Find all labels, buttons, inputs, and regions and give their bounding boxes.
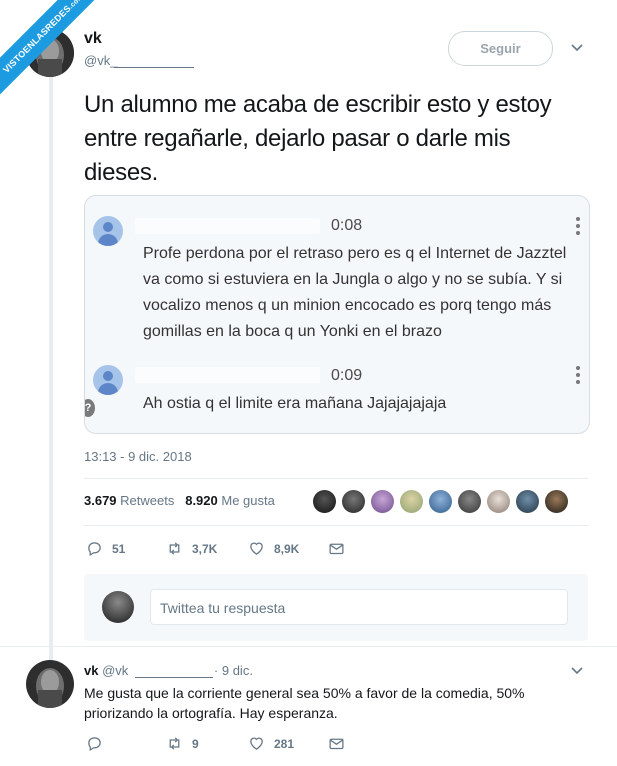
author-handle[interactable]: @vk_: [84, 53, 117, 68]
liker-avatar[interactable]: [458, 490, 481, 513]
retweets-count[interactable]: 3.679: [84, 493, 117, 508]
message-icon: [329, 543, 344, 555]
divider: [84, 525, 588, 526]
retweets-label[interactable]: Retweets: [120, 493, 174, 508]
thread-connector-line: [49, 74, 53, 666]
liker-avatar[interactable]: [371, 490, 394, 513]
author-name[interactable]: vk: [84, 30, 102, 48]
message-icon: [329, 738, 344, 750]
retweet-button[interactable]: 3,7K: [166, 540, 217, 557]
more-options-icon: [576, 217, 580, 238]
handle-redaction-line: [135, 677, 213, 678]
message-time: 0:09: [331, 367, 363, 384]
tweet-timestamp[interactable]: 13:13 - 9 dic. 2018: [84, 449, 192, 464]
liker-avatar[interactable]: [487, 490, 510, 513]
reply-author-line: vk @vk · 9 dic.: [84, 663, 253, 678]
redacted-contact-name: [135, 218, 320, 234]
watermark-suffix: .com: [67, 0, 85, 11]
reply-text: Me gusta que la corriente general sea 50…: [84, 685, 525, 721]
chevron-down-icon[interactable]: [570, 664, 584, 678]
reply-input[interactable]: Twittea tu respuesta: [150, 589, 568, 625]
retweet-icon: [169, 737, 180, 750]
reply-author-handle[interactable]: @vk: [102, 663, 128, 678]
message-text: Ah ostia q el limite era mañana Jajajaja…: [143, 395, 447, 412]
engagement-stats: 3.679 Retweets 8.920 Me gusta: [84, 493, 275, 508]
chevron-down-icon[interactable]: [570, 41, 584, 55]
direct-message-button[interactable]: [328, 735, 354, 752]
like-count: 281: [274, 736, 295, 751]
liker-avatar[interactable]: [400, 490, 423, 513]
liker-avatar[interactable]: [429, 490, 452, 513]
reply-author-name[interactable]: vk: [84, 663, 98, 678]
more-options-icon: [576, 366, 580, 387]
handle-redaction-line: [114, 67, 194, 68]
attached-image[interactable]: 0:08 Profe perdona por el retraso pero e…: [84, 195, 590, 434]
like-button[interactable]: 281: [248, 735, 294, 752]
reply-author-avatar[interactable]: [26, 660, 74, 708]
redacted-contact-name: [135, 367, 320, 383]
reply-icon: [88, 542, 101, 557]
reply-button[interactable]: 51: [86, 540, 125, 557]
divider: [84, 478, 588, 479]
reply-count: 51: [112, 541, 126, 556]
contact-avatar-icon: [93, 216, 123, 246]
help-badge: ?: [85, 399, 95, 417]
heart-icon: [250, 737, 263, 750]
reply-date[interactable]: · 9 dic.: [214, 663, 253, 678]
reply-button[interactable]: [86, 735, 112, 752]
retweet-count: 3,7K: [192, 541, 218, 556]
liker-avatar[interactable]: [342, 490, 365, 513]
liker-avatar[interactable]: [545, 490, 568, 513]
liker-avatar[interactable]: [313, 490, 336, 513]
current-user-avatar[interactable]: [102, 591, 134, 623]
liker-avatar[interactable]: [516, 490, 539, 513]
heart-icon: [250, 542, 263, 555]
reply-icon: [88, 737, 101, 752]
divider: [0, 646, 617, 647]
like-count: 8,9K: [274, 541, 300, 556]
message-text: Profe perdona por el retraso pero es q e…: [143, 245, 567, 340]
reply-composer: Twittea tu respuesta: [84, 574, 588, 641]
retweet-icon: [169, 542, 180, 555]
like-button[interactable]: 8,9K: [248, 540, 299, 557]
direct-message-button[interactable]: [328, 540, 354, 557]
likes-count[interactable]: 8.920: [185, 493, 218, 508]
retweet-button[interactable]: 9: [166, 735, 199, 752]
retweet-count: 9: [192, 736, 199, 751]
tweet-text: Un alumno me acaba de escribir esto y es…: [84, 91, 552, 186]
likes-label[interactable]: Me gusta: [221, 493, 274, 508]
message-time: 0:08: [331, 217, 363, 234]
follow-button[interactable]: Seguir: [448, 31, 553, 66]
contact-avatar-icon: [93, 365, 123, 395]
